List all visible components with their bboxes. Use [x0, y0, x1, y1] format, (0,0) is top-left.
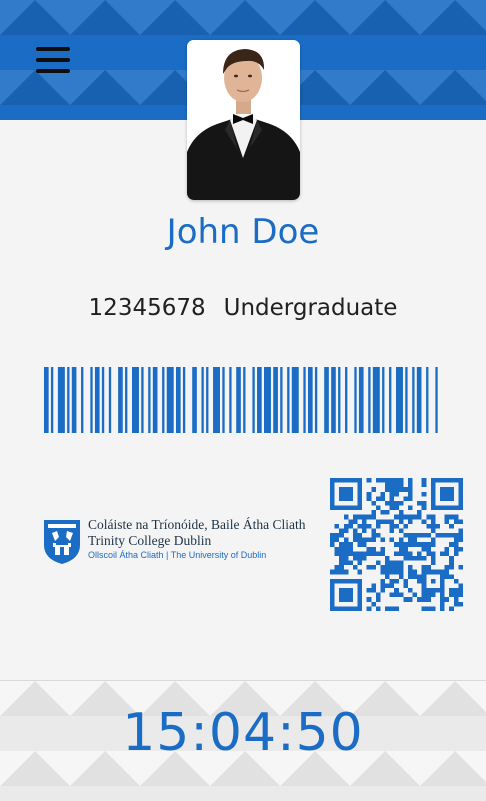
- hamburger-menu-icon: [36, 47, 70, 51]
- college-crest-icon: [44, 520, 80, 564]
- university-subtitle: Ollscoil Átha Cliath | The University of…: [88, 550, 267, 560]
- barcode: [44, 367, 438, 433]
- student-name: John Doe: [166, 212, 320, 252]
- live-clock: 15:04:50: [122, 703, 364, 763]
- footer-clock-bar: 15:04:50: [0, 680, 486, 801]
- college-name-irish: Coláiste na Tríonóide, Baile Átha Cliath: [88, 517, 306, 532]
- student-info-row: 12345678 Undergraduate: [0, 295, 486, 321]
- qr-code: [330, 478, 463, 611]
- student-photo-image: [187, 40, 300, 200]
- student-number: 12345678: [88, 295, 206, 321]
- student-photo: [187, 40, 300, 200]
- college-name-english: Trinity College Dublin: [88, 533, 212, 548]
- student-type: Undergraduate: [223, 295, 398, 321]
- menu-button[interactable]: [32, 42, 74, 78]
